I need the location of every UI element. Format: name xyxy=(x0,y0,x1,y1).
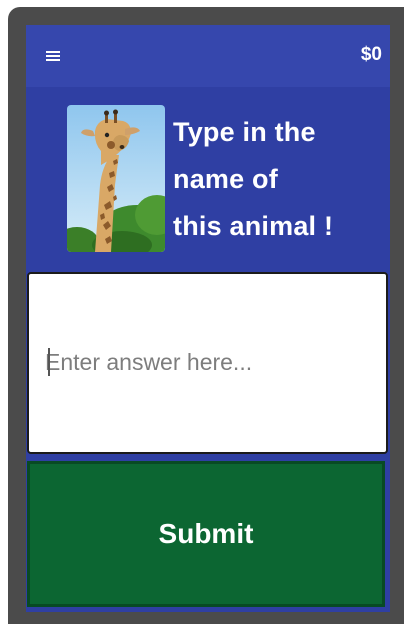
animal-image xyxy=(67,105,165,252)
text-caret xyxy=(48,348,50,376)
answer-input[interactable] xyxy=(45,344,365,380)
prompt-line-3: this animal ! xyxy=(173,211,334,241)
app-screen: $0 Type in the name of this animal ! Ent… xyxy=(26,25,390,612)
answer-box[interactable] xyxy=(27,272,388,454)
hamburger-menu-icon[interactable] xyxy=(43,47,63,65)
question-panel: Type in the name of this animal ! xyxy=(26,87,390,269)
prompt-line-2: name of xyxy=(173,164,278,194)
submit-button[interactable]: Submit xyxy=(27,461,385,607)
prompt-line-1: Type in the xyxy=(173,117,316,147)
app-bar: $0 xyxy=(26,25,390,87)
balance-display: $0 xyxy=(360,44,382,65)
question-prompt: Type in the name of this animal ! xyxy=(173,109,383,250)
submit-label: Submit xyxy=(158,518,254,549)
